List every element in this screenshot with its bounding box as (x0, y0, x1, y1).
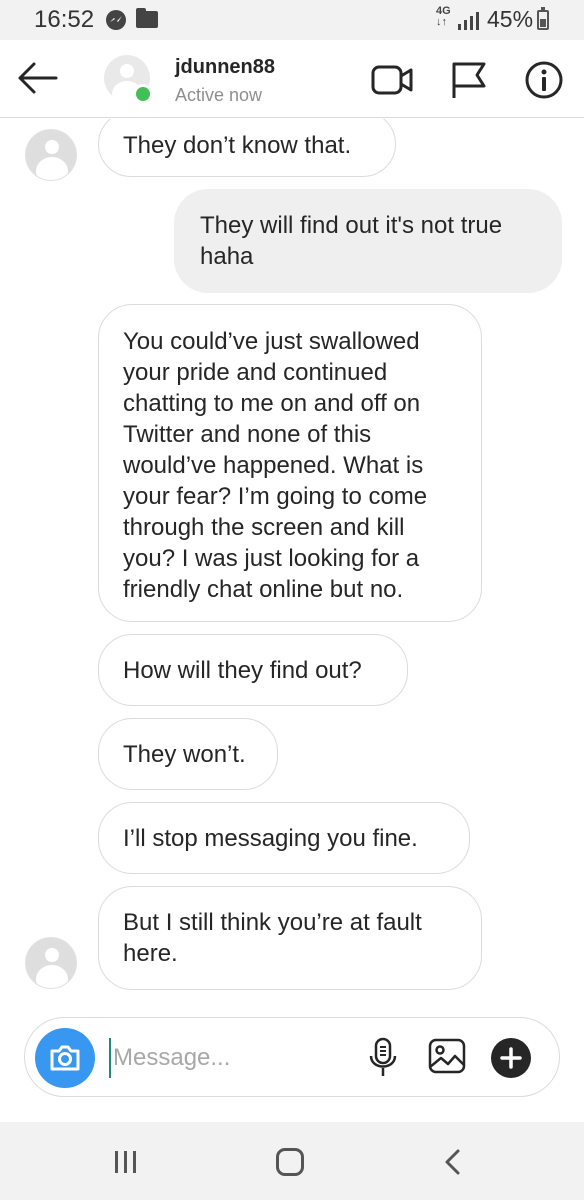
recent-apps-icon[interactable] (112, 1150, 140, 1174)
battery-percent: 45% (487, 6, 534, 32)
username[interactable]: jdunnen88 (175, 56, 275, 79)
received-message: They won’t. (98, 718, 278, 790)
received-message: They don’t know that. (98, 119, 396, 177)
messenger-icon (106, 10, 126, 30)
message-composer (24, 1017, 560, 1097)
back-arrow-icon[interactable] (14, 58, 60, 98)
gallery-icon[interactable] (427, 1036, 467, 1076)
conversation-header: jdunnen88 Active now (0, 40, 584, 118)
plus-icon[interactable] (491, 1038, 531, 1078)
microphone-icon[interactable] (365, 1036, 401, 1080)
info-icon[interactable] (522, 60, 566, 100)
sent-message: They will find out it's not true haha (174, 189, 562, 293)
sender-avatar[interactable] (25, 129, 77, 181)
received-message: How will they find out? (98, 634, 408, 706)
back-icon[interactable] (440, 1148, 464, 1176)
battery-icon (537, 7, 549, 30)
active-status-dot (133, 84, 153, 104)
received-message: I’ll stop messaging you fine. (98, 802, 470, 874)
message-thread[interactable]: They don’t know that. They will find out… (0, 119, 584, 1012)
network-type: 4G ↓↑ (436, 5, 451, 28)
home-icon[interactable] (276, 1148, 304, 1176)
status-time: 16:52 (34, 6, 95, 33)
active-status-text: Active now (175, 85, 263, 105)
camera-icon[interactable] (35, 1028, 95, 1088)
message-input[interactable] (109, 1038, 349, 1078)
folder-icon (136, 8, 158, 28)
received-message: But I still think you’re at fault here. (98, 886, 482, 990)
system-nav-bar (0, 1122, 584, 1200)
flag-icon[interactable] (448, 60, 492, 100)
video-call-icon[interactable] (370, 60, 414, 100)
received-message: You could’ve just swallowed your pride a… (98, 304, 482, 622)
status-bar: 16:52 4G ↓↑ 45% (0, 0, 584, 40)
signal-icon (458, 12, 482, 35)
sender-avatar[interactable] (25, 937, 77, 989)
